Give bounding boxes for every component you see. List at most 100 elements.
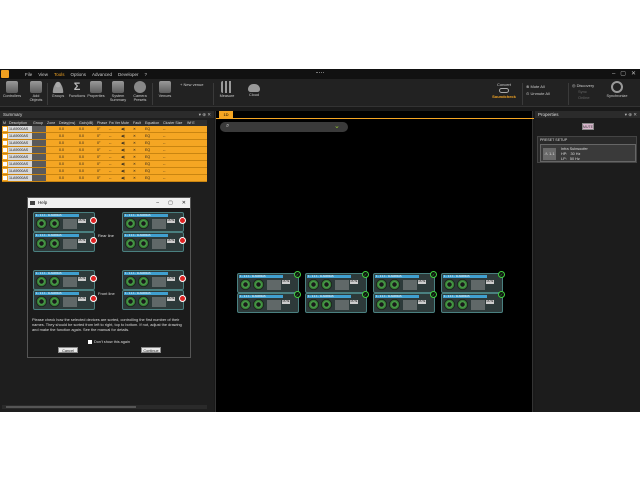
system-summary-button[interactable]: System Summary	[108, 81, 128, 102]
device-mute-button[interactable]: MUTE	[167, 277, 175, 281]
controllers-button[interactable]: Controllers	[2, 81, 22, 98]
amplifier-device[interactable]: 1 - 1.1.1 - 1LA9000AS MUTE ✓	[305, 271, 369, 293]
amplifier-device[interactable]: 1 - 1.1.1 - 1LA9000AS MUTE ✓	[441, 271, 505, 293]
device-mute-button[interactable]: MUTE	[418, 280, 426, 284]
menu-options[interactable]: Options	[67, 71, 89, 78]
chevron-down-icon[interactable]: ⌄	[334, 122, 340, 130]
device-mute-button[interactable]: MUTE	[167, 219, 175, 223]
table-row[interactable]: 1LA9000AS 0.0 0.0 0° -- ◀) ✕ EQ --	[2, 126, 207, 133]
equation-cell[interactable]: EQ	[144, 140, 162, 146]
add-objects-button[interactable]: Add Objects	[26, 81, 46, 102]
properties-button[interactable]: Properties	[86, 81, 106, 98]
table-row[interactable]: 1LA9000AS 0.0 0.0 0° -- ◀) ✕ EQ --	[2, 140, 207, 147]
amplifier-device[interactable]: 1 - 1.1.1 - 1LA9000AS MUTE	[33, 232, 97, 252]
speaker-icon[interactable]: ◀)	[120, 140, 132, 146]
row-checkbox[interactable]	[3, 141, 7, 145]
groups-button[interactable]: Groups	[48, 81, 68, 98]
device-mute-button[interactable]: MUTE	[78, 277, 86, 281]
camera-presets-button[interactable]: Camera Presets	[130, 81, 150, 102]
scrollbar-thumb[interactable]	[6, 406, 136, 408]
measure-button[interactable]: Measure	[217, 81, 237, 98]
row-checkbox[interactable]	[3, 148, 7, 152]
device-mute-button[interactable]: MUTE	[350, 280, 358, 284]
venues-button[interactable]: Venues	[155, 81, 175, 98]
sync-button[interactable]: Sync	[578, 89, 587, 94]
canvas-search-input[interactable]: ⌕ ⌄	[220, 122, 348, 132]
design-canvas[interactable]: 1D ⌕ ⌄ 1 - 1.1.1 - 1LA9000AS MUTE ✓ 1 - 1.1…	[215, 111, 534, 412]
cancel-button[interactable]: Cancel	[58, 347, 78, 353]
functions-button[interactable]: Σ Functions	[67, 81, 87, 98]
mute-all-button[interactable]: ⊗ Mute All	[526, 84, 545, 89]
equation-cell[interactable]: EQ	[144, 147, 162, 153]
row-checkbox[interactable]	[3, 176, 7, 180]
table-row[interactable]: 1LA9000AS 0.0 0.0 0° -- ◀) ✕ EQ --	[2, 133, 207, 140]
table-row[interactable]: 1LA9000AS 0.0 0.0 0° -- ◀) ✕ EQ --	[2, 161, 207, 168]
device-mute-button[interactable]: MUTE	[78, 219, 86, 223]
preset-card[interactable]: ⚠ 1.1 Infra Subwoofer HP: 30 Hz LP: 50 H…	[540, 144, 636, 162]
tab-1d[interactable]: 1D	[219, 111, 233, 118]
amplifier-device[interactable]: 1 - 1.1.1 - 1LA9000AS MUTE	[122, 212, 186, 232]
speaker-icon[interactable]: ◀)	[120, 161, 132, 167]
equation-cell[interactable]: EQ	[144, 161, 162, 167]
amplifier-device[interactable]: 1 - 1.1.1 - 1LA9000AS MUTE ✓	[373, 271, 437, 293]
device-mute-button[interactable]: MUTE	[486, 280, 494, 284]
pin-icon[interactable]: ▾ ⊕ ✕	[199, 111, 211, 118]
device-mute-button[interactable]: MUTE	[418, 300, 426, 304]
maximize-button[interactable]: ▢	[168, 198, 173, 208]
device-mute-button[interactable]: MUTE	[486, 300, 494, 304]
amplifier-device[interactable]: 1 - 1.1.1 - 1LA9000AS MUTE	[33, 212, 97, 232]
menu-file[interactable]: File	[22, 71, 35, 78]
online-button[interactable]: Online	[578, 95, 590, 100]
speaker-icon[interactable]: ◀)	[120, 133, 132, 139]
table-row[interactable]: 1LA9000AS 0.0 0.0 0° -- ◀) ✕ EQ --	[2, 147, 207, 154]
row-checkbox[interactable]	[3, 169, 7, 173]
row-checkbox[interactable]	[3, 127, 7, 131]
equation-cell[interactable]: EQ	[144, 154, 162, 160]
checkbox-icon[interactable]	[88, 340, 92, 344]
device-mute-button[interactable]: MUTE	[78, 239, 86, 243]
device-mute-button[interactable]: MUTE	[167, 239, 175, 243]
menu-developer[interactable]: Developer	[115, 71, 142, 78]
mute-button[interactable]: MUTE	[582, 123, 594, 130]
speaker-icon[interactable]: ◀)	[120, 126, 132, 132]
device-mute-button[interactable]: MUTE	[282, 300, 290, 304]
dont-show-again-checkbox[interactable]: Don't show this again	[88, 340, 130, 344]
equation-cell[interactable]: EQ	[144, 168, 162, 174]
toggle-switch[interactable]	[499, 88, 509, 93]
table-row[interactable]: 1LA9000AS 0.0 0.0 0° -- ◀) ✕ EQ --	[2, 168, 207, 175]
speaker-icon[interactable]: ◀)	[120, 175, 132, 181]
row-checkbox[interactable]	[3, 134, 7, 138]
equation-cell[interactable]: EQ	[144, 175, 162, 181]
device-mute-button[interactable]: MUTE	[78, 297, 86, 301]
menu-tools[interactable]: Tools	[51, 71, 68, 78]
pin-icon[interactable]: ▾ ⊕ ✕	[625, 111, 637, 118]
synchronize-button[interactable]: Synchronize	[604, 81, 630, 98]
amplifier-device[interactable]: 1 - 1.1.1 - 1LA9000AS MUTE	[33, 270, 97, 290]
menu-view[interactable]: View	[35, 71, 51, 78]
menu-advanced[interactable]: Advanced	[89, 71, 115, 78]
device-mute-button[interactable]: MUTE	[282, 280, 290, 284]
amplifier-device[interactable]: 1 - 1.1.1 - 1LA9000AS MUTE	[122, 270, 186, 290]
new-venue-button[interactable]: + New venue	[180, 82, 203, 87]
row-checkbox[interactable]	[3, 162, 7, 166]
row-checkbox[interactable]	[3, 155, 7, 159]
device-mute-button[interactable]: MUTE	[350, 300, 358, 304]
speaker-icon[interactable]: ◀)	[120, 147, 132, 153]
discovery-button[interactable]: ◎ Discovery	[572, 83, 594, 88]
amplifier-device[interactable]: 1 - 1.1.1 - 1LA9000AS MUTE	[122, 290, 186, 310]
speaker-icon[interactable]: ◀)	[120, 168, 132, 174]
amplifier-device[interactable]: 1 - 1.1.1 - 1LA9000AS MUTE ✓	[373, 291, 437, 313]
menu-help[interactable]: ?	[142, 71, 151, 78]
close-button[interactable]: ✕	[182, 198, 186, 208]
concert-soundcheck-toggle[interactable]: Concert Soundcheck	[490, 82, 518, 99]
amplifier-device[interactable]: 1 - 1.1.1 - 1LA9000AS MUTE ✓	[305, 291, 369, 313]
minimize-button[interactable]: –	[156, 198, 159, 208]
unmute-all-button[interactable]: ⊙ Unmute All	[526, 91, 550, 96]
continue-button[interactable]: Continue	[141, 347, 161, 353]
table-row[interactable]: 1LA9000AS 0.0 0.0 0° -- ◀) ✕ EQ --	[2, 154, 207, 161]
amplifier-device[interactable]: 1 - 1.1.1 - 1LA9000AS MUTE	[122, 232, 186, 252]
amplifier-device[interactable]: 1 - 1.1.1 - 1LA9000AS MUTE ✓	[441, 291, 505, 313]
equation-cell[interactable]: EQ	[144, 126, 162, 132]
cloud-button[interactable]: Cloud	[244, 81, 264, 97]
speaker-icon[interactable]: ◀)	[120, 154, 132, 160]
